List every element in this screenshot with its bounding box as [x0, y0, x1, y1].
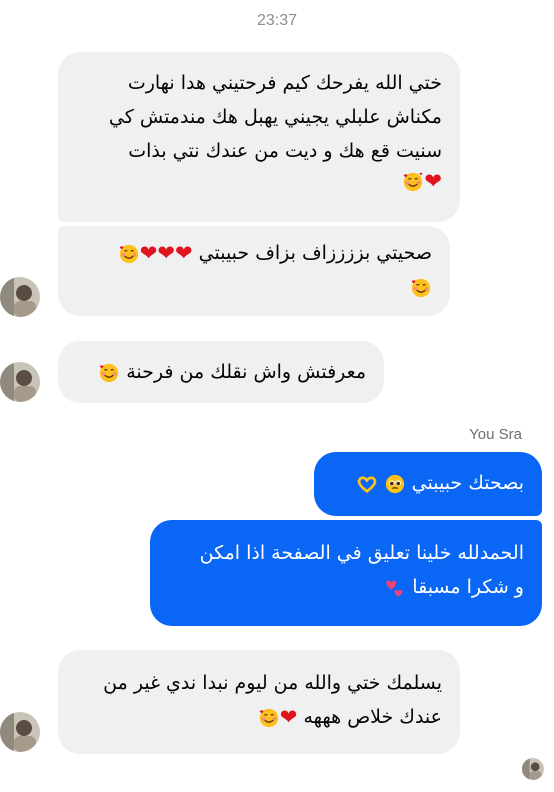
incoming-message-bubble[interactable]: صحيتي بززززاف بزاف حبيبتي ❤❤❤	[58, 226, 450, 316]
outgoing-message-bubble[interactable]: بصحتك حبيبتي	[314, 452, 542, 516]
message-line: يسلمك ختي والله من ليوم نبدا ندي غير من	[103, 672, 442, 694]
contact-avatar[interactable]	[0, 277, 40, 317]
heart-icon: ❤	[424, 169, 442, 193]
message-line: صحيتي بززززاف بزاف حبيبتي ❤❤❤	[72, 236, 432, 270]
message-line: مكناش علبلي يجيني يهبل هك مندمتش كي	[108, 106, 442, 128]
contact-avatar[interactable]	[0, 362, 40, 402]
heart-icon: ❤	[279, 705, 298, 729]
message-line: الحمدلله خلينا تعليق في الصفحة اذا امكن	[199, 542, 524, 564]
message-text: عندك خلاص هههه	[303, 706, 442, 728]
message-text: و شكرا مسبقا	[412, 576, 524, 598]
emoji-row	[72, 270, 432, 304]
sender-label: You Sra	[469, 426, 522, 443]
pleading-face-icon	[385, 474, 404, 493]
smiling-face-with-hearts-icon	[100, 363, 119, 382]
emoji-row: ❤	[72, 164, 442, 198]
read-receipt-avatar	[522, 758, 544, 780]
avatar-photo-icon	[0, 277, 40, 317]
incoming-message-bubble[interactable]: يسلمك ختي والله من ليوم نبدا ندي غير من …	[58, 650, 460, 754]
outgoing-message-bubble[interactable]: الحمدلله خلينا تعليق في الصفحة اذا امكن …	[150, 520, 542, 626]
message-line: ختي الله يفرحك كيم فرحتيني هدا نهارت	[127, 72, 442, 94]
message-line: عندك خلاص هههه ❤	[72, 700, 442, 734]
two-hearts-icon	[386, 580, 403, 597]
heart-hands-icon	[357, 475, 376, 493]
incoming-message-bubble[interactable]: ختي الله يفرحك كيم فرحتيني هدا نهارت مكن…	[58, 52, 460, 222]
incoming-message-bubble[interactable]: معرفتش واش نقلك من فرحنة	[58, 341, 384, 403]
avatar-photo-icon	[522, 758, 544, 780]
smiling-face-with-hearts-icon	[411, 278, 431, 297]
message-text: بصحتك حبيبتي	[411, 472, 524, 494]
heart-icon: ❤	[139, 241, 158, 265]
message-text: معرفتش واش نقلك من فرحنة	[126, 361, 366, 383]
smiling-face-with-hearts-icon	[119, 244, 138, 263]
message-timestamp: 23:37	[256, 12, 298, 29]
contact-avatar[interactable]	[0, 712, 40, 752]
heart-icon: ❤	[157, 241, 175, 265]
avatar-photo-icon	[0, 362, 40, 402]
avatar-photo-icon	[0, 712, 40, 752]
message-line: و شكرا مسبقا	[164, 570, 524, 604]
smiling-face-with-hearts-icon	[404, 172, 423, 191]
message-text: صحيتي بززززاف بزاف حبيبتي	[198, 242, 432, 264]
smiling-face-with-hearts-icon	[259, 708, 278, 727]
heart-icon: ❤	[174, 241, 193, 265]
message-line: سنيت قع هك و ديت من عندك نتي بذات	[128, 140, 442, 162]
